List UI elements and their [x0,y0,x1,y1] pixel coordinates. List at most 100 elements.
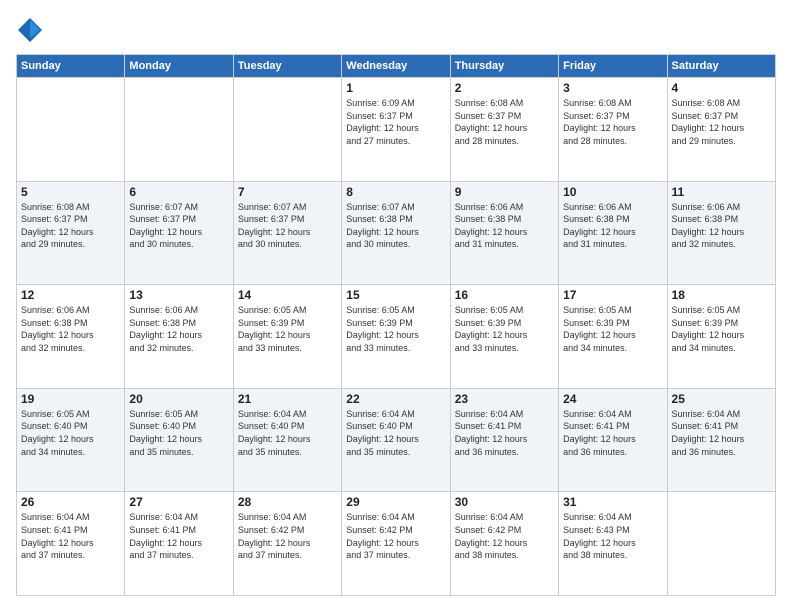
calendar-cell: 24 Sunrise: 6:04 AM Sunset: 6:41 PM Dayli… [559,388,667,492]
day-number: 16 [455,288,554,302]
day-number: 5 [21,185,120,199]
day-info: Sunrise: 6:04 AM Sunset: 6:41 PM Dayligh… [129,511,228,561]
calendar-cell: 18 Sunrise: 6:05 AM Sunset: 6:39 PM Dayli… [667,285,775,389]
day-info: Sunrise: 6:06 AM Sunset: 6:38 PM Dayligh… [21,304,120,354]
calendar-cell: 20 Sunrise: 6:05 AM Sunset: 6:40 PM Dayli… [125,388,233,492]
day-number: 20 [129,392,228,406]
day-number: 12 [21,288,120,302]
calendar-cell [17,78,125,182]
logo-icon [16,16,44,44]
day-number: 30 [455,495,554,509]
calendar-cell: 9 Sunrise: 6:06 AM Sunset: 6:38 PM Daylig… [450,181,558,285]
day-info: Sunrise: 6:04 AM Sunset: 6:42 PM Dayligh… [455,511,554,561]
calendar-header-tuesday: Tuesday [233,55,341,78]
calendar-cell: 15Sunrise: 6:05 AM Sunset: 6:39 PM Dayli… [342,285,450,389]
day-number: 24 [563,392,662,406]
day-number: 13 [129,288,228,302]
day-info: Sunrise: 6:04 AM Sunset: 6:43 PM Dayligh… [563,511,662,561]
calendar-header-monday: Monday [125,55,233,78]
calendar-cell: 28 Sunrise: 6:04 AM Sunset: 6:42 PM Dayli… [233,492,341,596]
header [16,16,776,44]
calendar-cell: 29 Sunrise: 6:04 AM Sunset: 6:42 PM Dayli… [342,492,450,596]
calendar-cell: 8 Sunrise: 6:07 AM Sunset: 6:38 PM Daylig… [342,181,450,285]
calendar-header-saturday: Saturday [667,55,775,78]
day-info: Sunrise: 6:05 AM Sunset: 6:40 PM Dayligh… [21,408,120,458]
day-number: 1 [346,81,445,95]
day-info: Sunrise: 6:04 AM Sunset: 6:40 PM Dayligh… [346,408,445,458]
calendar-header-row: SundayMondayTuesdayWednesdayThursdayFrid… [17,55,776,78]
day-number: 9 [455,185,554,199]
calendar-week-row: 1 Sunrise: 6:09 AM Sunset: 6:37 PM Daylig… [17,78,776,182]
calendar-cell: 22 Sunrise: 6:04 AM Sunset: 6:40 PM Dayli… [342,388,450,492]
day-number: 28 [238,495,337,509]
day-number: 3 [563,81,662,95]
day-info: Sunrise: 6:07 AM Sunset: 6:38 PM Dayligh… [346,201,445,251]
calendar-week-row: 19 Sunrise: 6:05 AM Sunset: 6:40 PM Dayli… [17,388,776,492]
calendar-cell: 10 Sunrise: 6:06 AM Sunset: 6:38 PM Dayli… [559,181,667,285]
day-number: 26 [21,495,120,509]
calendar-cell: 27Sunrise: 6:04 AM Sunset: 6:41 PM Dayli… [125,492,233,596]
calendar-header-wednesday: Wednesday [342,55,450,78]
day-number: 29 [346,495,445,509]
calendar-cell: 11Sunrise: 6:06 AM Sunset: 6:38 PM Dayli… [667,181,775,285]
day-info: Sunrise: 6:07 AM Sunset: 6:37 PM Dayligh… [129,201,228,251]
day-info: Sunrise: 6:05 AM Sunset: 6:39 PM Dayligh… [238,304,337,354]
day-number: 10 [563,185,662,199]
page: SundayMondayTuesdayWednesdayThursdayFrid… [0,0,792,612]
calendar-cell [233,78,341,182]
day-number: 7 [238,185,337,199]
day-info: Sunrise: 6:08 AM Sunset: 6:37 PM Dayligh… [672,97,771,147]
calendar-cell: 7 Sunrise: 6:07 AM Sunset: 6:37 PM Daylig… [233,181,341,285]
day-info: Sunrise: 6:04 AM Sunset: 6:42 PM Dayligh… [238,511,337,561]
calendar-cell: 31 Sunrise: 6:04 AM Sunset: 6:43 PM Dayli… [559,492,667,596]
calendar-header-thursday: Thursday [450,55,558,78]
calendar-cell: 19 Sunrise: 6:05 AM Sunset: 6:40 PM Dayli… [17,388,125,492]
calendar-cell: 4 Sunrise: 6:08 AM Sunset: 6:37 PM Daylig… [667,78,775,182]
day-number: 21 [238,392,337,406]
calendar-cell: 26 Sunrise: 6:04 AM Sunset: 6:41 PM Dayli… [17,492,125,596]
day-info: Sunrise: 6:09 AM Sunset: 6:37 PM Dayligh… [346,97,445,147]
day-number: 18 [672,288,771,302]
calendar-cell: 17 Sunrise: 6:05 AM Sunset: 6:39 PM Dayli… [559,285,667,389]
calendar-cell [667,492,775,596]
day-info: Sunrise: 6:05 AM Sunset: 6:40 PM Dayligh… [129,408,228,458]
day-info: Sunrise: 6:05 AM Sunset: 6:39 PM Dayligh… [672,304,771,354]
day-info: Sunrise: 6:04 AM Sunset: 6:41 PM Dayligh… [21,511,120,561]
calendar-cell: 21 Sunrise: 6:04 AM Sunset: 6:40 PM Dayli… [233,388,341,492]
calendar-cell: 14 Sunrise: 6:05 AM Sunset: 6:39 PM Dayli… [233,285,341,389]
calendar-week-row: 26 Sunrise: 6:04 AM Sunset: 6:41 PM Dayli… [17,492,776,596]
day-number: 14 [238,288,337,302]
calendar-week-row: 12 Sunrise: 6:06 AM Sunset: 6:38 PM Dayli… [17,285,776,389]
calendar-cell: 30 Sunrise: 6:04 AM Sunset: 6:42 PM Dayli… [450,492,558,596]
day-number: 15 [346,288,445,302]
day-info: Sunrise: 6:04 AM Sunset: 6:42 PM Dayligh… [346,511,445,561]
day-info: Sunrise: 6:07 AM Sunset: 6:37 PM Dayligh… [238,201,337,251]
day-info: Sunrise: 6:06 AM Sunset: 6:38 PM Dayligh… [455,201,554,251]
day-info: Sunrise: 6:05 AM Sunset: 6:39 PM Dayligh… [455,304,554,354]
day-number: 4 [672,81,771,95]
calendar-cell: 23 Sunrise: 6:04 AM Sunset: 6:41 PM Dayli… [450,388,558,492]
day-info: Sunrise: 6:06 AM Sunset: 6:38 PM Dayligh… [563,201,662,251]
day-info: Sunrise: 6:04 AM Sunset: 6:40 PM Dayligh… [238,408,337,458]
calendar-cell: 6 Sunrise: 6:07 AM Sunset: 6:37 PM Daylig… [125,181,233,285]
day-info: Sunrise: 6:08 AM Sunset: 6:37 PM Dayligh… [21,201,120,251]
calendar-cell [125,78,233,182]
calendar-cell: 12 Sunrise: 6:06 AM Sunset: 6:38 PM Dayli… [17,285,125,389]
day-number: 31 [563,495,662,509]
day-number: 17 [563,288,662,302]
day-info: Sunrise: 6:05 AM Sunset: 6:39 PM Dayligh… [563,304,662,354]
calendar-cell: 2Sunrise: 6:08 AM Sunset: 6:37 PM Daylig… [450,78,558,182]
day-number: 19 [21,392,120,406]
logo [16,16,46,44]
day-number: 8 [346,185,445,199]
day-number: 6 [129,185,228,199]
day-info: Sunrise: 6:04 AM Sunset: 6:41 PM Dayligh… [563,408,662,458]
calendar-cell: 3Sunrise: 6:08 AM Sunset: 6:37 PM Daylig… [559,78,667,182]
day-info: Sunrise: 6:06 AM Sunset: 6:38 PM Dayligh… [129,304,228,354]
calendar-cell: 16 Sunrise: 6:05 AM Sunset: 6:39 PM Dayli… [450,285,558,389]
day-number: 25 [672,392,771,406]
day-info: Sunrise: 6:04 AM Sunset: 6:41 PM Dayligh… [455,408,554,458]
calendar-week-row: 5 Sunrise: 6:08 AM Sunset: 6:37 PM Daylig… [17,181,776,285]
day-number: 22 [346,392,445,406]
day-number: 23 [455,392,554,406]
